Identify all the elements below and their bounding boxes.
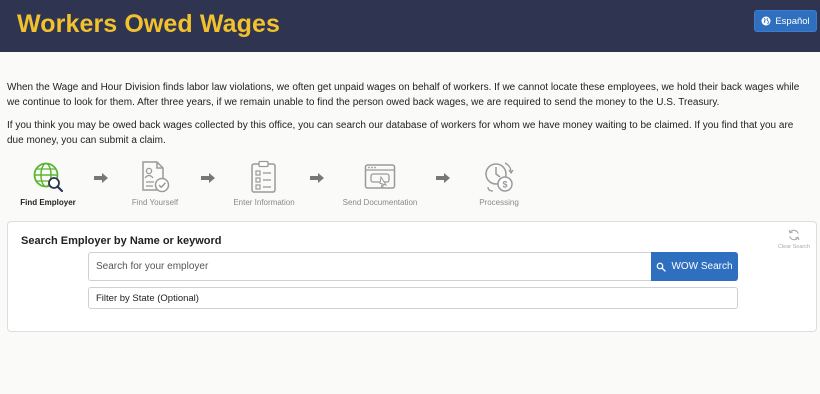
step-label: Enter Information: [233, 198, 295, 207]
clear-search-button[interactable]: Clear Search: [772, 228, 816, 250]
employer-search-input[interactable]: [88, 252, 651, 281]
intro-paragraph-2: If you think you may be owed back wages …: [7, 120, 794, 146]
browser-upload-icon: [364, 164, 396, 189]
intro-paragraph-1: When the Wage and Hour Division finds la…: [7, 82, 800, 108]
search-card-title: Search Employer by Name or keyword: [21, 235, 222, 247]
step-find-yourself: Find Yourself: [110, 160, 200, 207]
wow-search-button[interactable]: WOW Search: [651, 252, 738, 281]
arrow-right-icon: [201, 173, 215, 183]
step-find-employer: Find Employer: [3, 160, 93, 207]
search-icon: [657, 262, 667, 272]
arrow-right-icon: [310, 173, 324, 183]
page-header: Workers Owed Wages Español: [0, 0, 820, 52]
globe-search-icon: [33, 162, 64, 193]
document-check-icon: [142, 161, 170, 193]
arrow-right-icon: [436, 173, 450, 183]
step-label: Find Yourself: [131, 198, 179, 207]
search-button-label: WOW Search: [671, 261, 733, 272]
clock-money-icon: $: [485, 162, 514, 192]
arrow-right-icon: [94, 173, 108, 183]
state-filter-label: Filter by State (Optional): [96, 292, 199, 304]
language-toggle-button[interactable]: Español: [754, 10, 817, 32]
state-filter-select[interactable]: Filter by State (Optional): [88, 287, 738, 309]
search-card: Search Employer by Name or keyword Clear…: [7, 221, 817, 332]
clear-search-label: Clear Search: [777, 244, 811, 250]
step-enter-information: Enter Information: [219, 160, 309, 207]
step-label: Processing: [479, 198, 519, 207]
step-label: Send Documentation: [342, 198, 418, 207]
step-processing: $ Processing: [454, 160, 544, 207]
svg-text:$: $: [502, 180, 507, 190]
step-label: Find Employer: [20, 198, 76, 207]
page-title: Workers Owed Wages: [17, 10, 280, 38]
step-send-documentation: Send Documentation: [335, 160, 425, 207]
language-button-label: Español: [775, 15, 810, 27]
globe-icon: [761, 16, 771, 26]
clipboard-list-icon: [251, 160, 276, 193]
refresh-icon: [788, 229, 800, 241]
